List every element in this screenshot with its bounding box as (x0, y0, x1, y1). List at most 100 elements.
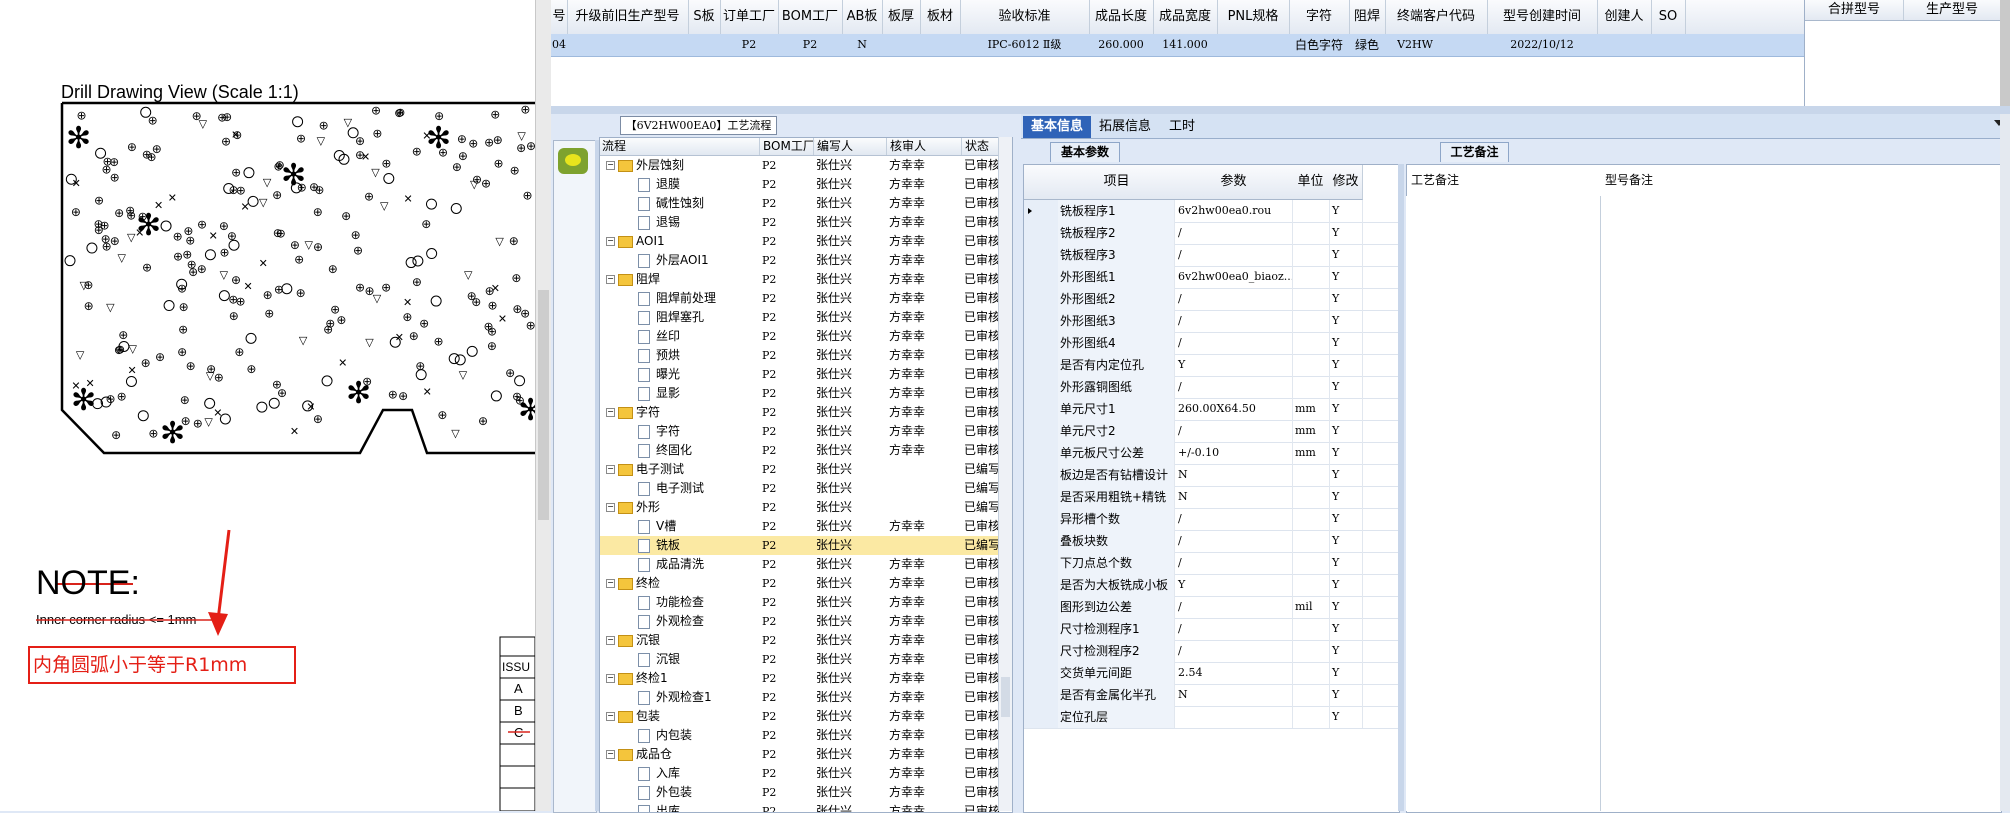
process-tree-scrollbar[interactable] (998, 137, 1012, 811)
col-standard[interactable]: 验收标准 (960, 0, 1090, 34)
col-pnl[interactable]: PNL规格 (1217, 0, 1290, 34)
process-row[interactable]: − 成品仓 P2 张仕兴 方幸幸 已审核 (600, 745, 1000, 764)
param-unit[interactable] (1292, 464, 1330, 486)
row-selector[interactable] (1024, 420, 1059, 442)
process-row[interactable]: − 终检 P2 张仕兴 方幸幸 已审核 (600, 574, 1000, 593)
col-production-model[interactable]: 生产型号 (1903, 0, 2002, 20)
row-selector[interactable] (1024, 222, 1059, 244)
process-row[interactable]: − 字符 P2 张仕兴 方幸幸 已审核 (600, 403, 1000, 422)
param-modify[interactable]: Y (1329, 574, 1363, 596)
param-modify[interactable]: Y (1329, 332, 1363, 354)
param-row[interactable]: 铣板程序3/ Y (1024, 244, 1399, 267)
col-process-notes[interactable]: 工艺备注 (1411, 171, 1459, 188)
param-value[interactable]: / (1175, 376, 1293, 398)
param-modify[interactable]: Y (1329, 420, 1363, 442)
model-notes-field[interactable] (1601, 196, 2000, 811)
param-value[interactable]: / (1175, 310, 1293, 332)
row-selector[interactable] (1024, 618, 1059, 640)
tab-basic-info[interactable]: 基本信息 (1023, 116, 1092, 138)
param-row[interactable]: 外形图纸4/ Y (1024, 332, 1399, 355)
process-row[interactable]: − 外层蚀刻 P2 张仕兴 方幸幸 已审核 (600, 156, 1000, 175)
process-row[interactable]: 外层AOI1 P2 张仕兴 方幸幸 已审核 (600, 251, 1000, 270)
col-status[interactable]: 状态 (961, 138, 989, 155)
process-row[interactable]: 功能检查 P2 张仕兴 方幸幸 已审核 (600, 593, 1000, 612)
collapse-toggle-icon[interactable]: − (606, 408, 615, 417)
middle-collapse-handle[interactable] (1398, 164, 1404, 811)
row-selector[interactable] (1024, 662, 1059, 684)
process-row[interactable]: − AOI1 P2 张仕兴 方幸幸 已审核 (600, 232, 1000, 251)
param-row[interactable]: 图形到边公差 / mil Y (1024, 596, 1399, 619)
process-row[interactable]: 外包装 P2 张仕兴 方幸幸 已审核 (600, 783, 1000, 802)
param-value[interactable]: / (1175, 552, 1293, 574)
param-unit[interactable] (1292, 310, 1330, 332)
param-unit[interactable] (1292, 574, 1330, 596)
param-value[interactable]: / (1175, 640, 1293, 662)
param-row[interactable]: 外形图纸2/ Y (1024, 288, 1399, 311)
collapse-toggle-icon[interactable]: − (606, 237, 615, 246)
param-row[interactable]: 是否为大板铣成小板 Y Y (1024, 574, 1399, 597)
param-modify[interactable]: Y (1329, 310, 1363, 332)
tab-extended-info[interactable]: 拓展信息 (1091, 116, 1159, 138)
param-modify[interactable]: Y (1329, 222, 1363, 244)
col-order-factory[interactable]: 订单工厂 (720, 0, 779, 34)
param-value[interactable]: / (1175, 530, 1293, 552)
param-modify[interactable]: Y (1329, 552, 1363, 574)
param-modify[interactable]: Y (1329, 266, 1363, 288)
row-selector[interactable] (1024, 288, 1059, 310)
process-row[interactable]: V槽 P2 张仕兴 方幸幸 已审核 (600, 517, 1000, 536)
param-unit[interactable] (1292, 376, 1330, 398)
process-row[interactable]: − 终检1 P2 张仕兴 方幸幸 已审核 (600, 669, 1000, 688)
collapse-toggle-icon[interactable]: − (606, 161, 615, 170)
param-modify[interactable]: Y (1329, 508, 1363, 530)
param-row[interactable]: 下刀点总个数 / Y (1024, 552, 1399, 575)
col-soldermask[interactable]: 阻焊 (1349, 0, 1386, 34)
process-row[interactable]: 碱性蚀刻 P2 张仕兴 方幸幸 已审核 (600, 194, 1000, 213)
param-row[interactable]: 外形露铜图纸 / Y (1024, 376, 1399, 399)
collapse-toggle-icon[interactable]: − (606, 465, 615, 474)
row-selector[interactable] (1024, 354, 1059, 376)
param-modify[interactable]: Y (1329, 618, 1363, 640)
row-selector[interactable] (1024, 706, 1059, 728)
param-unit[interactable] (1292, 706, 1330, 728)
col-material[interactable]: 板材 (920, 0, 961, 34)
param-modify[interactable]: Y (1329, 706, 1363, 728)
col-model-notes[interactable]: 型号备注 (1605, 171, 1653, 188)
param-value[interactable]: / (1175, 288, 1293, 310)
param-value[interactable]: 2.54 (1175, 662, 1293, 684)
param-value[interactable]: +/-0.10 (1175, 442, 1293, 464)
param-row[interactable]: 是否采用粗铣+精铣 N Y (1024, 486, 1399, 509)
param-value[interactable]: / (1175, 596, 1293, 618)
process-row[interactable]: 预烘 P2 张仕兴 方幸幸 已审核 (600, 346, 1000, 365)
row-selector[interactable] (1024, 244, 1059, 266)
collapse-toggle-icon[interactable]: − (606, 636, 615, 645)
param-unit[interactable] (1292, 486, 1330, 508)
process-row[interactable]: 显影 P2 张仕兴 方幸幸 已审核 (600, 384, 1000, 403)
col-width[interactable]: 成品宽度 (1153, 0, 1218, 34)
param-row[interactable]: 叠板块数 / Y (1024, 530, 1399, 553)
process-row[interactable]: 外观检查 P2 张仕兴 方幸幸 已审核 (600, 612, 1000, 631)
param-row[interactable]: 铣板程序1 6v2hw00ea0.rou Y (1024, 200, 1399, 223)
param-unit[interactable] (1292, 266, 1330, 288)
param-unit[interactable] (1292, 552, 1330, 574)
col-reviewer[interactable]: 核审人 (886, 138, 926, 155)
param-value[interactable]: 6v2hw00ea0_biaoz... (1175, 266, 1293, 288)
param-row[interactable]: 外形图纸3/ Y (1024, 310, 1399, 333)
chat-icon[interactable] (558, 148, 588, 174)
tree-scroll-thumb[interactable] (1001, 677, 1010, 717)
param-value[interactable]: / (1175, 332, 1293, 354)
col-customer[interactable]: 终端客户代码 (1385, 0, 1488, 34)
process-row[interactable]: 沉银 P2 张仕兴 方幸幸 已审核 (600, 650, 1000, 669)
param-modify[interactable]: Y (1329, 288, 1363, 310)
model-grid-row[interactable]: 04 P2 P2 N IPC-6012 Ⅱ级 260.000 141.000 白… (551, 34, 1804, 57)
param-modify[interactable]: Y (1329, 376, 1363, 398)
param-unit[interactable] (1292, 684, 1330, 706)
param-modify[interactable]: Y (1329, 200, 1363, 222)
process-row[interactable]: − 外形 P2 张仕兴 已编写 (600, 498, 1000, 517)
col-created[interactable]: 型号创建时间 (1487, 0, 1598, 34)
param-unit[interactable] (1292, 354, 1330, 376)
viewer-scroll-thumb[interactable] (538, 290, 549, 520)
row-selector[interactable] (1024, 398, 1059, 420)
param-value[interactable]: N (1175, 684, 1293, 706)
param-unit[interactable] (1292, 508, 1330, 530)
param-modify[interactable]: Y (1329, 442, 1363, 464)
